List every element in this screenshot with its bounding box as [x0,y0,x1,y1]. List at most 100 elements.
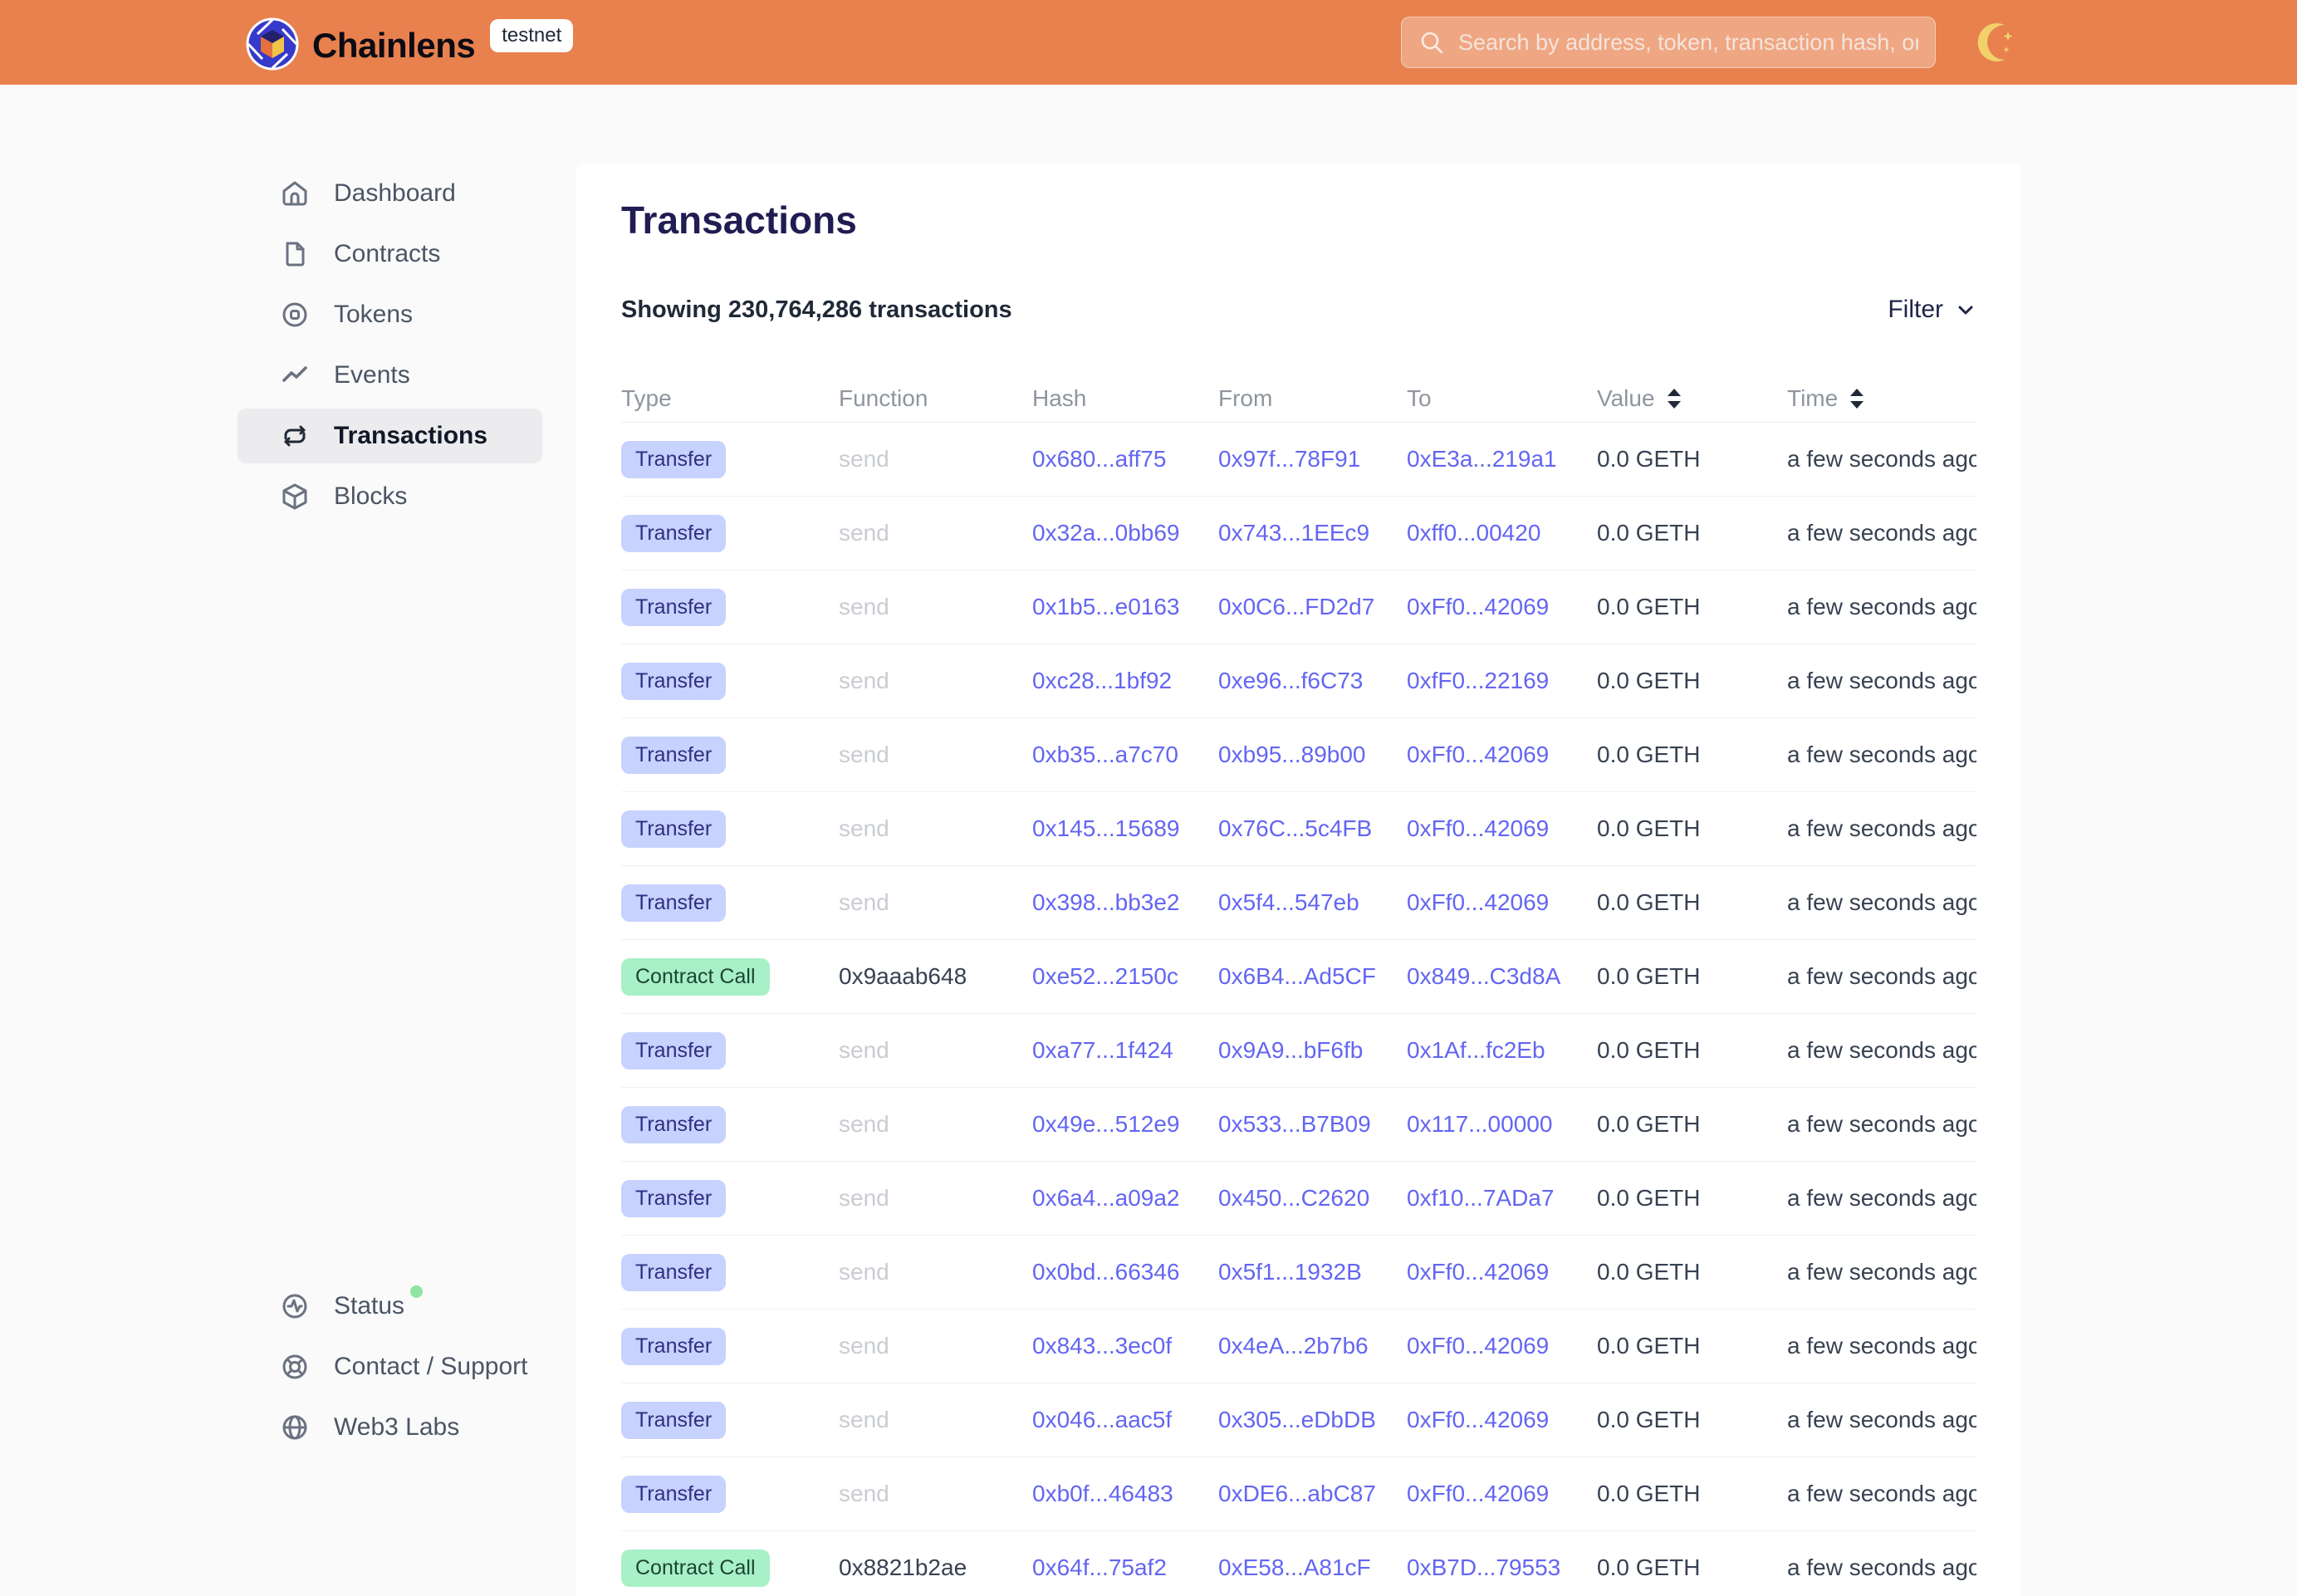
sort-value-button[interactable] [1665,386,1683,411]
type-badge: Transfer [621,1180,726,1217]
time-cell: a few seconds ago [1787,1554,1976,1581]
sidebar-item-transactions[interactable]: Transactions [238,409,542,463]
hash-link[interactable]: 0xa77...1f424 [1032,1037,1173,1063]
to-link[interactable]: 0x117...00000 [1407,1111,1552,1137]
type-badge: Transfer [621,441,726,478]
from-link[interactable]: 0x97f...78F91 [1218,446,1360,472]
hash-link[interactable]: 0xb35...a7c70 [1032,742,1178,767]
chainlens-logo-icon [246,17,299,71]
from-link[interactable]: 0x5f4...547eb [1218,889,1359,915]
function-cell: send [839,1481,1032,1507]
to-link[interactable]: 0xfF0...22169 [1407,668,1549,693]
col-from: From [1218,385,1407,412]
from-link[interactable]: 0x9A9...bF6fb [1218,1037,1363,1063]
hash-link[interactable]: 0x49e...512e9 [1032,1111,1180,1137]
status-ok-dot [410,1285,423,1298]
sidebar-item-blocks[interactable]: Blocks [238,469,542,524]
to-link[interactable]: 0xff0...00420 [1407,520,1540,546]
sidebar-item-contracts[interactable]: Contracts [238,227,542,282]
to-link[interactable]: 0xFf0...42069 [1407,594,1549,619]
value-cell: 0.0 GETH [1597,1111,1787,1138]
value-cell: 0.0 GETH [1597,889,1787,916]
from-link[interactable]: 0x533...B7B09 [1218,1111,1371,1137]
hash-link[interactable]: 0x046...aac5f [1032,1407,1172,1432]
to-link[interactable]: 0x1Af...fc2Eb [1407,1037,1545,1063]
type-badge: Transfer [621,1328,726,1365]
sidebar-item-tokens[interactable]: Tokens [238,287,542,342]
from-link[interactable]: 0x450...C2620 [1218,1185,1369,1211]
hash-link[interactable]: 0x32a...0bb69 [1032,520,1180,546]
hash-link[interactable]: 0x64f...75af2 [1032,1554,1167,1580]
time-cell: a few seconds ago [1787,889,1976,916]
hash-link[interactable]: 0x145...15689 [1032,815,1180,841]
col-to: To [1407,385,1597,412]
filter-button[interactable]: Filter [1888,296,1976,324]
type-badge: Transfer [621,1476,726,1513]
type-badge: Transfer [621,589,726,626]
from-link[interactable]: 0x743...1EEc9 [1218,520,1369,546]
brand[interactable]: Chainlens testnet [246,14,573,71]
time-cell: a few seconds ago [1787,963,1976,990]
from-link[interactable]: 0xb95...89b00 [1218,742,1366,767]
from-link[interactable]: 0x5f1...1932B [1218,1259,1362,1285]
function-cell: send [839,1259,1032,1285]
to-link[interactable]: 0xFf0...42069 [1407,1259,1549,1285]
home-icon [278,177,311,210]
repeat-icon [278,419,311,453]
function-cell: send [839,889,1032,916]
sidebar-nav: Dashboard Contracts Tokens Events Transa… [238,166,542,530]
hash-link[interactable]: 0x1b5...e0163 [1032,594,1180,619]
hash-link[interactable]: 0x6a4...a09a2 [1032,1185,1180,1211]
global-search[interactable] [1401,17,1936,68]
sidebar-item-events[interactable]: Events [238,348,542,403]
to-link[interactable]: 0xFf0...42069 [1407,815,1549,841]
to-link[interactable]: 0xFf0...42069 [1407,1481,1549,1506]
hash-link[interactable]: 0xc28...1bf92 [1032,668,1172,693]
hash-link[interactable]: 0x0bd...66346 [1032,1259,1180,1285]
sidebar-item-web3-labs[interactable]: Web3 Labs [238,1400,542,1455]
to-link[interactable]: 0xFf0...42069 [1407,1407,1549,1432]
page-title: Transactions [621,197,1976,243]
hash-link[interactable]: 0x843...3ec0f [1032,1333,1172,1359]
type-badge: Transfer [621,737,726,774]
table-row: Transfer send 0x6a4...a09a2 0x450...C262… [621,1162,1976,1236]
to-link[interactable]: 0xE3a...219a1 [1407,446,1557,472]
to-link[interactable]: 0xFf0...42069 [1407,889,1549,915]
from-link[interactable]: 0x4eA...2b7b6 [1218,1333,1369,1359]
cube-icon [278,480,311,513]
to-link[interactable]: 0xf10...7ADa7 [1407,1185,1554,1211]
hash-link[interactable]: 0x680...aff75 [1032,446,1166,472]
from-link[interactable]: 0x76C...5c4FB [1218,815,1372,841]
table-row: Transfer send 0x145...15689 0x76C...5c4F… [621,792,1976,866]
value-cell: 0.0 GETH [1597,1407,1787,1433]
hash-link[interactable]: 0xb0f...46483 [1032,1481,1173,1506]
from-link[interactable]: 0x0C6...FD2d7 [1218,594,1374,619]
to-link[interactable]: 0xB7D...79553 [1407,1554,1560,1580]
sidebar-item-dashboard[interactable]: Dashboard [238,166,542,221]
time-cell: a few seconds ago [1787,668,1976,694]
value-cell: 0.0 GETH [1597,963,1787,990]
from-link[interactable]: 0xe96...f6C73 [1218,668,1363,693]
hash-link[interactable]: 0x398...bb3e2 [1032,889,1180,915]
to-link[interactable]: 0xFf0...42069 [1407,742,1549,767]
hash-link[interactable]: 0xe52...2150c [1032,963,1178,989]
sidebar-item-status[interactable]: Status [238,1279,542,1334]
function-cell: send [839,668,1032,694]
function-cell: send [839,1111,1032,1138]
table-row: Transfer send 0xc28...1bf92 0xe96...f6C7… [621,644,1976,718]
from-link[interactable]: 0x305...eDbDB [1218,1407,1376,1432]
from-link[interactable]: 0x6B4...Ad5CF [1218,963,1376,989]
to-link[interactable]: 0xFf0...42069 [1407,1333,1549,1359]
theme-toggle-button[interactable] [1975,18,2023,66]
function-cell: send [839,446,1032,472]
sidebar-item-contact-support[interactable]: Contact / Support [238,1339,542,1394]
from-link[interactable]: 0xE58...A81cF [1218,1554,1371,1580]
value-cell: 0.0 GETH [1597,742,1787,768]
value-cell: 0.0 GETH [1597,815,1787,842]
from-link[interactable]: 0xDE6...abC87 [1218,1481,1376,1506]
search-input[interactable] [1458,30,1918,56]
to-link[interactable]: 0x849...C3d8A [1407,963,1560,989]
table-row: Transfer send 0x0bd...66346 0x5f1...1932… [621,1236,1976,1310]
time-cell: a few seconds ago [1787,742,1976,768]
sort-time-button[interactable] [1848,386,1866,411]
